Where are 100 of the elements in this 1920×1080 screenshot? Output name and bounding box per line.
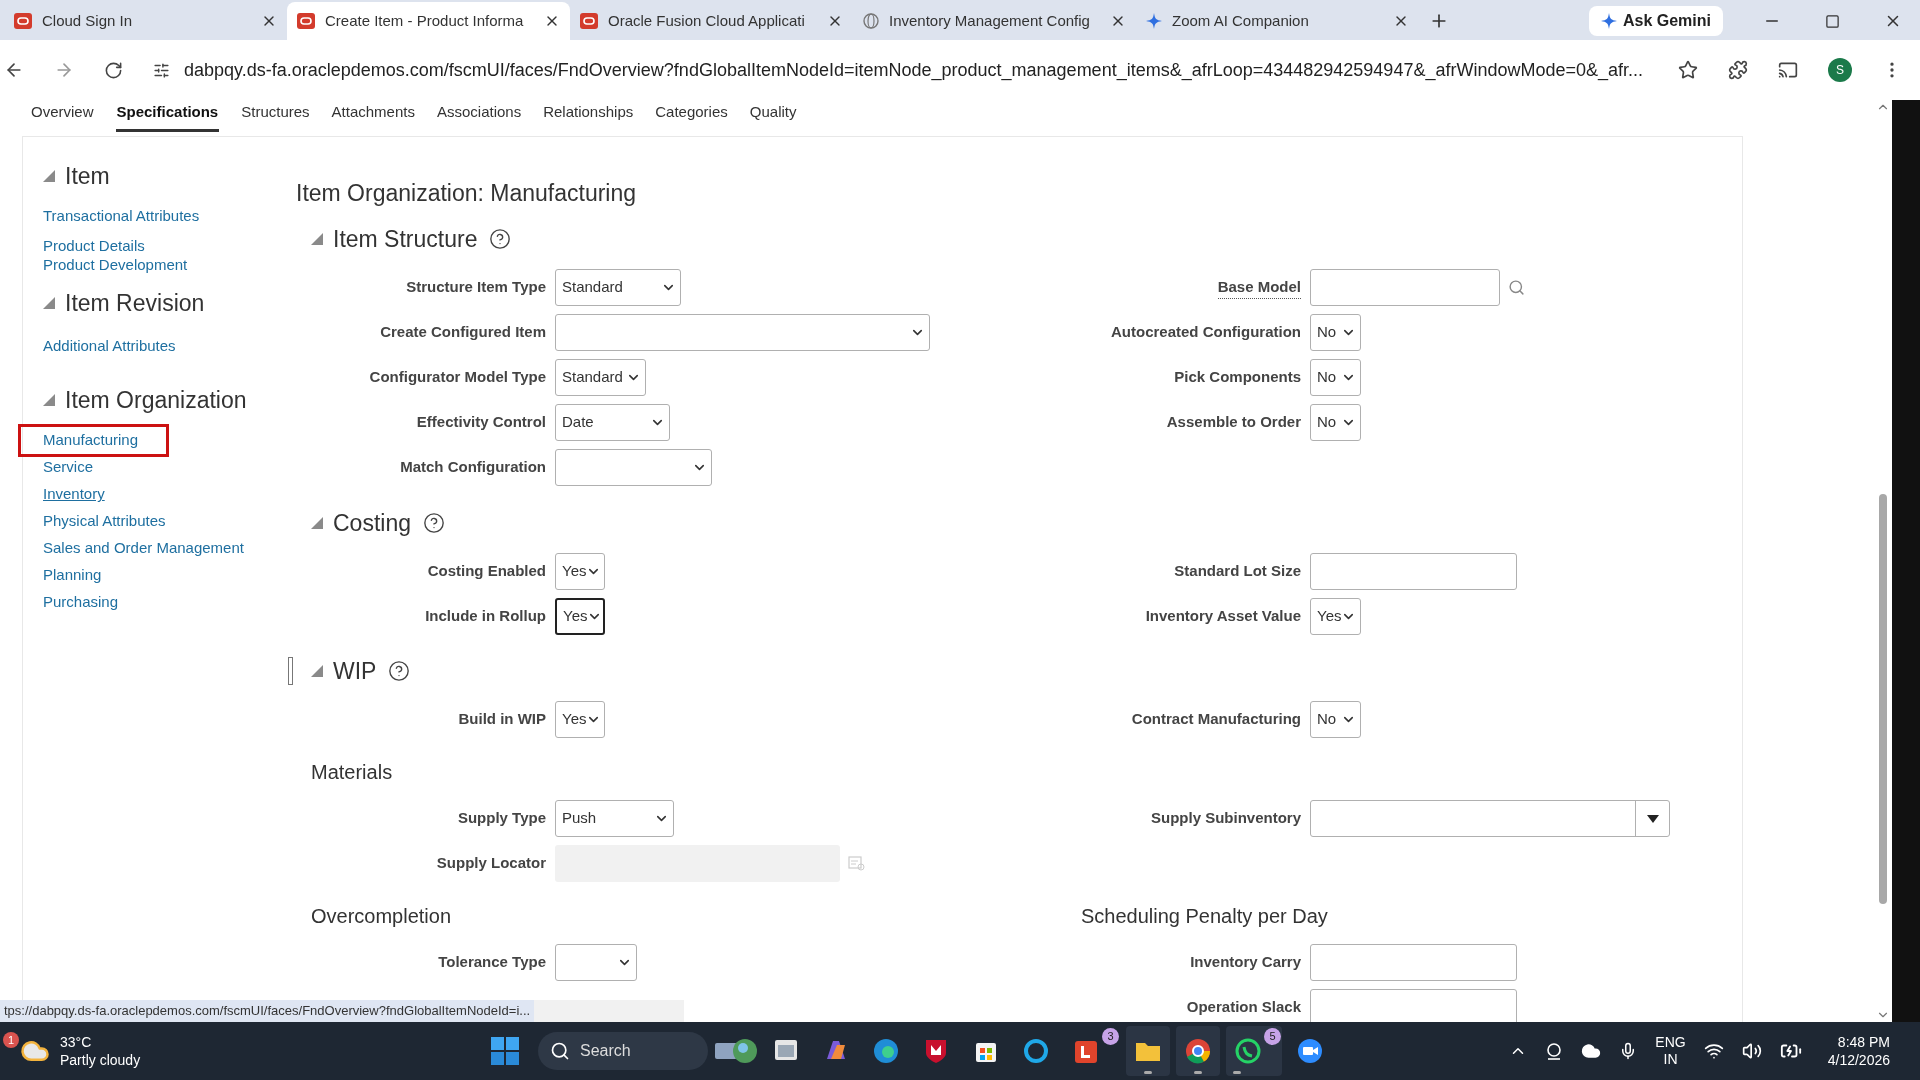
browser-tab[interactable]: Oracle Fusion Cloud Applicati <box>570 2 853 40</box>
section-heading: WIP <box>333 656 377 686</box>
page-tab[interactable]: Relationships <box>543 100 634 132</box>
search-icon[interactable] <box>1508 279 1525 296</box>
sidebar-link[interactable]: Additional Attributes <box>43 335 176 358</box>
notification-badge: 5 <box>1264 1028 1281 1045</box>
running-indicator <box>1194 1071 1202 1074</box>
cast-icon[interactable] <box>1778 60 1798 80</box>
field-label: Supply Subinventory <box>1151 808 1301 829</box>
collapse-icon[interactable] <box>311 517 323 529</box>
dropdown-field[interactable]: No <box>1310 314 1361 351</box>
dropdown-field[interactable] <box>555 314 930 351</box>
chrome-icon[interactable] <box>1183 1037 1213 1065</box>
collapse-icon[interactable] <box>43 297 55 309</box>
sidebar-link[interactable]: Inventory <box>43 483 105 506</box>
sidebar-heading: Item Revision <box>65 288 205 318</box>
dropdown-field[interactable]: Standard <box>555 359 646 396</box>
browser-tab[interactable]: Inventory Management Config <box>853 2 1136 40</box>
dropdown-field[interactable]: Push <box>555 800 674 837</box>
dropdown-field[interactable] <box>555 449 712 486</box>
lookup-field[interactable] <box>1310 269 1500 306</box>
text-field[interactable] <box>1310 553 1517 590</box>
dropdown-field[interactable]: No <box>1310 404 1361 441</box>
field-label: Supply Locator <box>436 853 546 874</box>
address-bar[interactable]: dabpqy.ds-fa.oraclepdemos.com/fscmUI/faces/FndOverview?fndGlobalItemNodeId=itemNode_product_management_items&_afrLoop=434482942594947&_afrWindowMode=0&_afr... <box>153 48 1648 92</box>
sidebar-link[interactable]: Transactional Attributes <box>43 205 200 228</box>
wifi-icon[interactable] <box>1703 1041 1724 1061</box>
help-icon[interactable] <box>388 660 411 682</box>
sidebar-link[interactable]: Purchasing <box>43 591 119 614</box>
temperature: 33°C <box>60 1033 93 1051</box>
sidebar-link[interactable]: Product Development <box>43 254 188 277</box>
sidebar-link[interactable]: Sales and Order Management <box>43 537 244 560</box>
video-camera-icon[interactable] <box>1295 1037 1325 1065</box>
profile-avatar[interactable]: S <box>1828 58 1852 82</box>
page-tab[interactable]: Attachments <box>331 100 415 132</box>
combo-field[interactable] <box>1310 800 1670 837</box>
page-tab[interactable]: Quality <box>749 100 797 132</box>
dropdown-field[interactable]: Standard <box>555 269 681 306</box>
satellite-globe-icon[interactable] <box>713 1037 759 1065</box>
page-tab[interactable]: Overview <box>31 100 94 132</box>
page-tab[interactable]: Associations <box>436 100 522 132</box>
ring-icon[interactable] <box>1021 1037 1051 1065</box>
sidebar-link[interactable]: Manufacturing <box>21 427 167 454</box>
dropdown-field[interactable]: Date <box>555 404 670 441</box>
sidebar-link[interactable]: Service <box>43 456 94 479</box>
bookmark-star-icon[interactable] <box>1678 60 1698 80</box>
volume-icon[interactable] <box>1741 1041 1762 1061</box>
sidebar-link[interactable]: Physical Attributes <box>43 510 166 533</box>
gemini-button[interactable]: Ask Gemini <box>1588 6 1723 36</box>
site-settings-icon[interactable] <box>153 61 170 79</box>
collapse-icon[interactable] <box>43 394 55 406</box>
running-indicator <box>1144 1071 1152 1074</box>
clock-time[interactable]: 8:48 PM <box>1837 1033 1890 1051</box>
collapse-icon[interactable] <box>311 665 323 677</box>
edge-icon[interactable] <box>871 1037 901 1065</box>
region-indicator[interactable]: IN <box>1663 1051 1678 1068</box>
field-label: Inventory Asset Value <box>1145 606 1301 627</box>
scrollbar-thumb[interactable] <box>1879 494 1887 904</box>
taskbar-button[interactable] <box>1176 1026 1220 1076</box>
taskbar-button[interactable]: 5 <box>1226 1026 1282 1076</box>
text-field[interactable] <box>1310 989 1517 1022</box>
sidebar-link[interactable]: Planning <box>43 564 102 587</box>
browser-tab[interactable]: Cloud Sign In <box>4 2 287 40</box>
page-tab[interactable]: Specifications <box>115 100 220 132</box>
field-label: Base Model <box>1217 275 1301 300</box>
windows-start-icon[interactable] <box>490 1036 520 1066</box>
dropdown-field[interactable]: No <box>1310 359 1361 396</box>
field-label: Include in Rollup <box>425 606 546 627</box>
clock-date[interactable]: 4/12/2026 <box>1827 1051 1890 1069</box>
dropdown-field[interactable] <box>555 944 637 981</box>
dropdown-field[interactable]: Yes <box>1310 598 1361 635</box>
url-text: dabpqy.ds-fa.oraclepdemos.com/fscmUI/faces/FndOverview?fndGlobalItemNodeId=itemNode_product_management_items&_afrLoop=434482942594947&_afrWindowMode=0&_afr... <box>184 58 1644 83</box>
reload-icon[interactable] <box>104 60 123 80</box>
help-icon[interactable] <box>423 512 445 534</box>
field-label: Contract Manufacturing <box>1131 709 1301 730</box>
maximize-icon[interactable] <box>1825 13 1840 29</box>
tab-title: Create Item - Product Informa <box>325 10 525 31</box>
text-field[interactable] <box>1310 944 1517 981</box>
browser-tab[interactable]: Zoom AI Companion <box>1136 2 1419 40</box>
splitter-handle[interactable] <box>288 657 293 685</box>
browser-tab[interactable]: Create Item - Product Informa <box>287 2 570 40</box>
sidebar-link[interactable]: Product Details <box>43 234 145 257</box>
taskbar-button[interactable] <box>1126 1026 1170 1076</box>
help-icon[interactable] <box>489 228 512 250</box>
page-tab[interactable]: Structures <box>241 100 310 132</box>
dropdown-field[interactable]: Yes <box>555 598 605 635</box>
dropdown-field[interactable]: No <box>1310 701 1361 738</box>
language-indicator[interactable]: ENG <box>1655 1034 1686 1051</box>
caret-down-icon <box>1646 814 1659 823</box>
dropdown-field[interactable]: Yes <box>555 701 605 738</box>
taskbar-search[interactable]: Search <box>538 1032 708 1070</box>
field-label: Configurator Model Type <box>369 367 546 388</box>
phone-bubble-icon[interactable] <box>1233 1037 1263 1065</box>
collapse-icon[interactable] <box>43 170 55 182</box>
extensions-icon[interactable] <box>1728 60 1748 80</box>
page-tab[interactable]: Categories <box>655 100 728 132</box>
dropdown-field[interactable]: Yes <box>555 553 605 590</box>
field-label: Match Configuration <box>400 457 546 478</box>
taskbar-button[interactable]: 3 <box>1064 1026 1120 1076</box>
collapse-icon[interactable] <box>311 233 323 245</box>
